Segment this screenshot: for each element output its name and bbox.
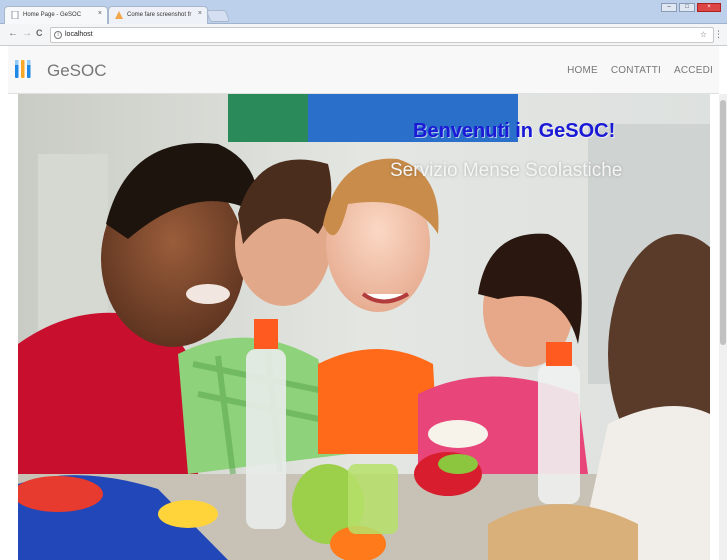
maximize-button[interactable]: □ [679, 3, 695, 12]
tab-title: Home Page - GeSOC [23, 12, 82, 18]
forward-arrow-icon[interactable]: → [22, 28, 32, 39]
close-window-button[interactable]: × [697, 3, 721, 12]
minimize-button[interactable]: – [661, 3, 677, 12]
tab-title: Come fare screenshot fr [127, 12, 192, 18]
tab-strip: Home Page - GeSOC × Come fare screenshot… [0, 0, 727, 24]
browser-window: Home Page - GeSOC × Come fare screenshot… [0, 0, 727, 560]
hero-subtitle: Servizio Mense Scolastiche [390, 160, 623, 181]
nav-link-accedi[interactable]: ACCEDI [674, 65, 713, 76]
back-arrow-icon[interactable]: ← [8, 28, 18, 39]
tab-screenshot-guide[interactable]: Come fare screenshot fr × [108, 6, 208, 24]
star-icon[interactable]: ☆ [700, 30, 707, 39]
browser-toolbar: ← → C i localhost ☆ ⋮ [0, 24, 727, 46]
page-scrollbar[interactable] [719, 94, 727, 560]
reload-icon[interactable]: C [36, 28, 43, 38]
menu-icon[interactable]: ⋮ [714, 29, 723, 40]
nav-link-contatti[interactable]: CONTATTI [611, 65, 661, 76]
page-icon [11, 11, 19, 19]
brand-name[interactable]: GeSOC [47, 61, 107, 81]
site-favicon-icon [115, 11, 123, 19]
nav-link-home[interactable]: HOME [567, 65, 598, 76]
address-bar[interactable]: i localhost ☆ [50, 27, 714, 43]
cutlery-logo-icon[interactable] [14, 58, 32, 80]
site-navbar: GeSOC HOME CONTATTI ACCEDI [8, 46, 719, 94]
hero-banner: Benvenuti in GeSOC! Servizio Mense Scola… [18, 94, 710, 560]
info-icon[interactable]: i [54, 31, 62, 39]
hero-title: Benvenuti in GeSOC! [413, 120, 616, 142]
new-tab-button[interactable] [205, 10, 231, 22]
window-controls: – □ × [661, 3, 721, 12]
tab-close-icon[interactable]: × [198, 10, 202, 17]
address-text: localhost [65, 31, 93, 38]
tab-close-icon[interactable]: × [98, 10, 102, 17]
tab-home-page[interactable]: Home Page - GeSOC × [4, 6, 108, 24]
scrollbar-thumb[interactable] [720, 100, 726, 345]
nav-links: HOME CONTATTI ACCEDI [567, 65, 713, 76]
